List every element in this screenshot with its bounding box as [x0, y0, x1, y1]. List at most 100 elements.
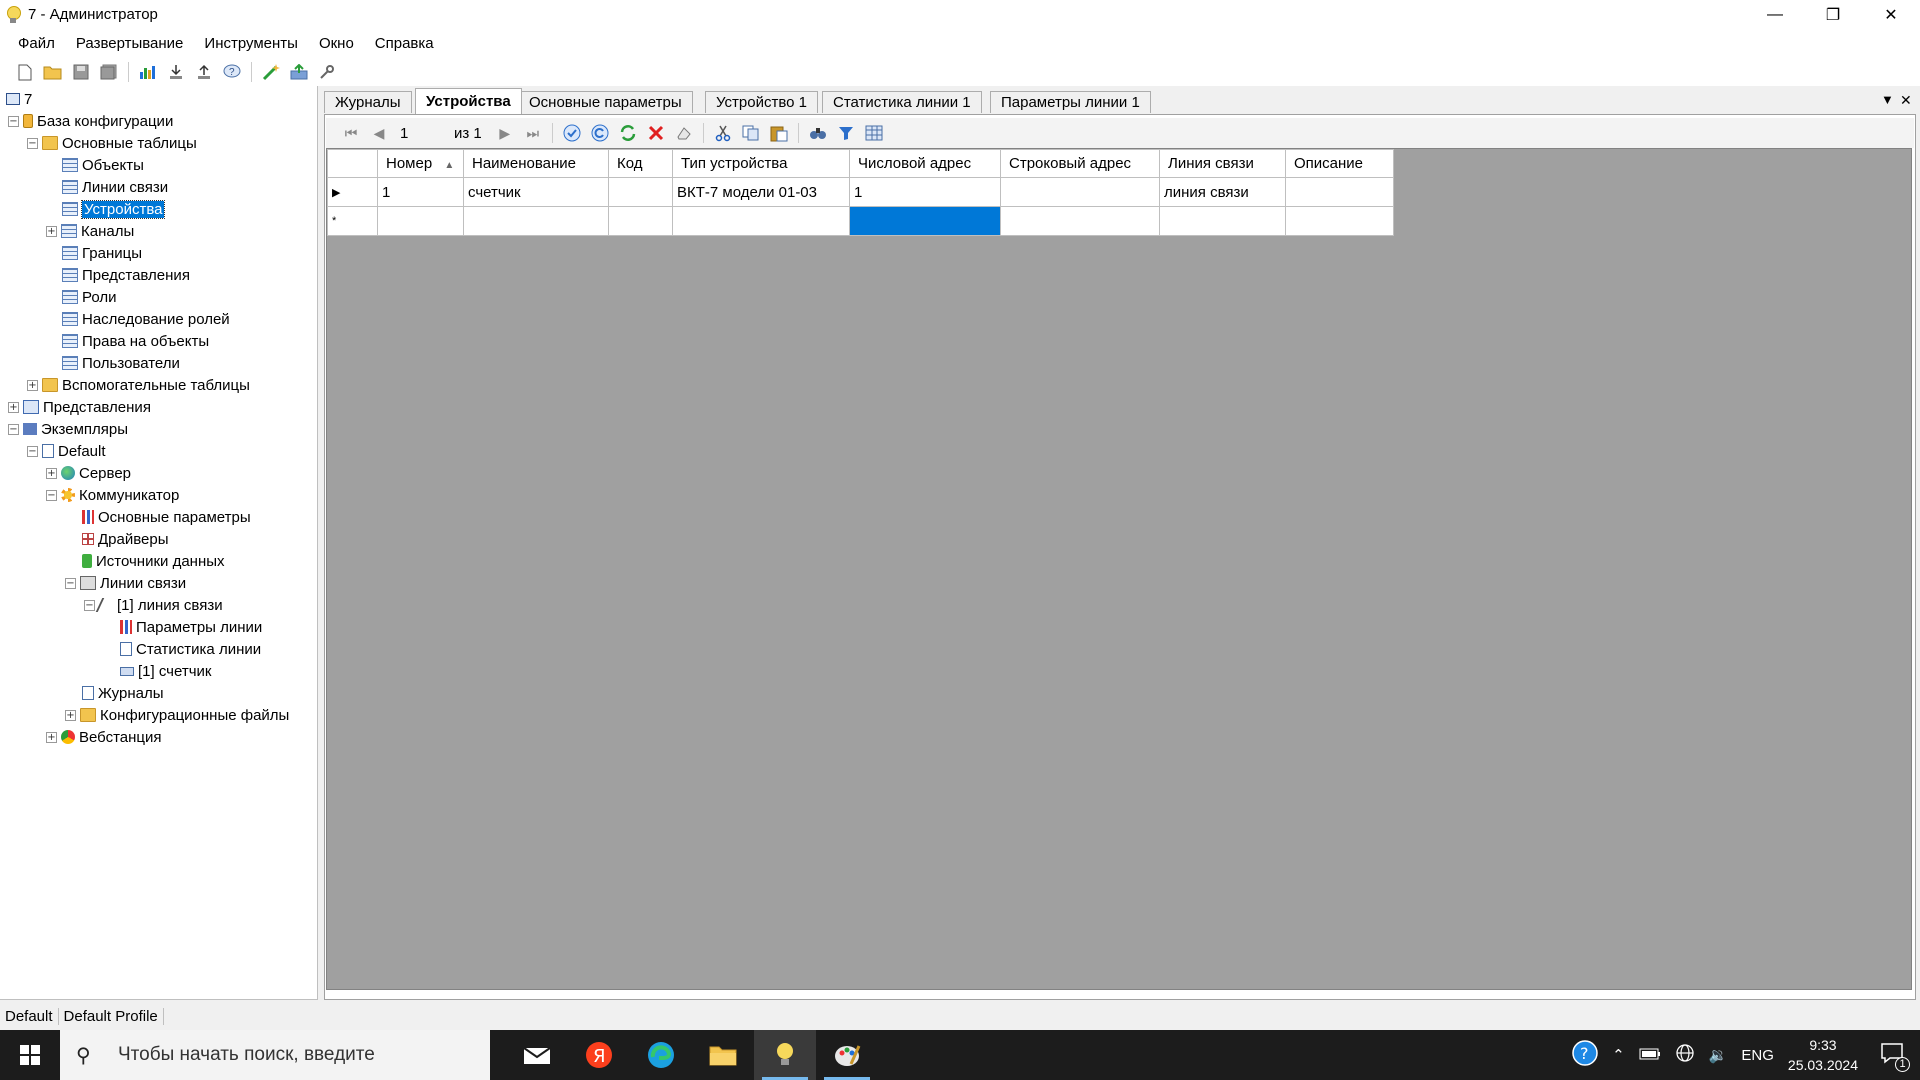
current-row-marker[interactable]: ▶	[327, 177, 378, 207]
volume-icon[interactable]: 🔉	[1709, 1046, 1728, 1064]
language-indicator[interactable]: ENG	[1741, 1047, 1774, 1064]
yandex-browser-icon[interactable]: Я	[568, 1030, 630, 1080]
column-header-numeric-address[interactable]: Числовой адрес	[849, 149, 1001, 178]
cut-icon[interactable]	[712, 122, 734, 144]
tree-node-main-params[interactable]: Основные параметры	[82, 506, 251, 528]
network-globe-icon[interactable]	[1675, 1043, 1695, 1067]
clock[interactable]: 9:33 25.03.2024	[1788, 1035, 1858, 1075]
apply-changes-icon[interactable]	[561, 122, 583, 144]
tab-close-icon[interactable]: ✕	[1900, 92, 1912, 109]
tree-node-channels[interactable]: + Каналы	[46, 220, 134, 242]
menu-tools[interactable]: Инструменты	[195, 35, 310, 52]
refresh-icon[interactable]	[617, 122, 639, 144]
cell-numeric-address[interactable]: 1	[849, 177, 1001, 207]
record-position-input[interactable]	[396, 123, 448, 143]
tree-node-data-sources[interactable]: Источники данных	[82, 550, 225, 572]
chevron-up-icon[interactable]: ⌃	[1612, 1046, 1625, 1064]
column-header-device-type[interactable]: Тип устройства	[672, 149, 850, 178]
column-header-comm-line[interactable]: Линия связи	[1159, 149, 1286, 178]
table-row[interactable]: ▶ 1 счетчик ВКТ-7 модели 01-03 1 линия с…	[327, 177, 1394, 207]
save-icon[interactable]	[70, 62, 92, 82]
restore-button[interactable]: ❐	[1804, 0, 1862, 29]
tab-line-params-1[interactable]: Параметры линии 1	[990, 91, 1151, 113]
new-row[interactable]: *	[327, 206, 1394, 236]
find-icon[interactable]	[807, 122, 829, 144]
tree-node-drivers[interactable]: Драйверы	[82, 528, 169, 550]
tree-node-aux-tables[interactable]: + Вспомогательные таблицы	[27, 374, 250, 396]
cell-comm-line[interactable]	[1159, 206, 1286, 236]
windows-start-icon[interactable]	[0, 1030, 60, 1080]
tab-line-stats-1[interactable]: Статистика линии 1	[822, 91, 982, 113]
cell-string-address[interactable]	[1000, 177, 1160, 207]
import-icon[interactable]	[165, 62, 187, 82]
help-icon[interactable]: ?	[221, 62, 243, 82]
tree-node-objects[interactable]: Объекты	[62, 154, 144, 176]
file-explorer-icon[interactable]	[692, 1030, 754, 1080]
tree-node-default[interactable]: − Default	[27, 440, 106, 462]
clear-icon[interactable]	[673, 122, 695, 144]
delete-icon[interactable]	[645, 122, 667, 144]
cell-number[interactable]	[377, 206, 464, 236]
scada-admin-app-icon[interactable]	[754, 1030, 816, 1080]
cell-code[interactable]	[608, 177, 673, 207]
cell-description[interactable]	[1285, 206, 1394, 236]
tree-node-instances[interactable]: − Экземпляры	[8, 418, 128, 440]
tree-node-communicator[interactable]: − Коммуникатор	[46, 484, 179, 506]
tree-node-comm-lines-table[interactable]: Линии связи	[62, 176, 168, 198]
minimize-button[interactable]: —	[1746, 0, 1804, 29]
tree-node-config-files[interactable]: + Конфигурационные файлы	[65, 704, 289, 726]
tree-node-main-tables[interactable]: − Основные таблицы	[27, 132, 197, 154]
edge-browser-icon[interactable]	[630, 1030, 692, 1080]
cell-code[interactable]	[608, 206, 673, 236]
export-icon[interactable]	[193, 62, 215, 82]
cell-name[interactable]: счетчик	[463, 177, 609, 207]
tree-node-comm-line-1[interactable]: − [1] линия связи	[84, 594, 223, 616]
save-all-icon[interactable]	[98, 62, 120, 82]
tree-node-roles[interactable]: Роли	[62, 286, 117, 308]
column-header-string-address[interactable]: Строковый адрес	[1000, 149, 1160, 178]
cell-comm-line[interactable]: линия связи	[1159, 177, 1286, 207]
chart-icon[interactable]	[137, 62, 159, 82]
tree-node-line-stats[interactable]: Статистика линии	[120, 638, 261, 660]
tree-node-logs[interactable]: Журналы	[82, 682, 164, 704]
tree-root[interactable]: 7	[6, 88, 32, 110]
table-settings-icon[interactable]	[863, 122, 885, 144]
tree-node-role-inheritance[interactable]: Наследование ролей	[62, 308, 230, 330]
last-record-icon[interactable]: ⏭	[522, 122, 544, 144]
menu-help[interactable]: Справка	[366, 35, 446, 52]
cell-device-type[interactable]	[672, 206, 850, 236]
tab-main-params[interactable]: Основные параметры	[518, 91, 693, 113]
tree-node-comm-lines[interactable]: − Линии связи	[65, 572, 186, 594]
cell-device-type[interactable]: ВКТ-7 модели 01-03	[672, 177, 850, 207]
tree-node-webstation[interactable]: + Вебстанция	[46, 726, 162, 748]
notifications-icon[interactable]: 1	[1880, 1042, 1910, 1072]
tree-node-views-table[interactable]: Представления	[62, 264, 190, 286]
prev-record-icon[interactable]: ◀	[368, 122, 390, 144]
open-folder-icon[interactable]	[42, 62, 64, 82]
menu-file[interactable]: Файл	[9, 35, 67, 52]
tab-logs[interactable]: Журналы	[324, 91, 412, 113]
cell-string-address[interactable]	[1000, 206, 1160, 236]
menu-deploy[interactable]: Развертывание	[67, 35, 196, 52]
tree-node-limits[interactable]: Границы	[62, 242, 142, 264]
taskbar-search[interactable]: ⚲ Чтобы начать поиск, введите	[60, 1030, 490, 1080]
cell-name[interactable]	[463, 206, 609, 236]
wizard-icon[interactable]	[260, 62, 282, 82]
next-record-icon[interactable]: ▶	[494, 122, 516, 144]
battery-icon[interactable]	[1639, 1047, 1661, 1064]
tree-node-device-1[interactable]: [1] счетчик	[120, 660, 211, 682]
tree-node-line-params[interactable]: Параметры линии	[120, 616, 262, 638]
cell-number[interactable]: 1	[377, 177, 464, 207]
copy-icon[interactable]	[740, 122, 762, 144]
tab-devices[interactable]: Устройства	[415, 88, 522, 114]
cell-description[interactable]	[1285, 177, 1394, 207]
new-file-icon[interactable]	[14, 62, 36, 82]
tree-node-views[interactable]: + Представления	[8, 396, 151, 418]
column-header-name[interactable]: Наименование	[463, 149, 609, 178]
cancel-changes-icon[interactable]	[589, 122, 611, 144]
help-tray-icon[interactable]: ?	[1572, 1040, 1598, 1070]
tree-node-users[interactable]: Пользователи	[62, 352, 180, 374]
upload-icon[interactable]	[288, 62, 310, 82]
close-window-button[interactable]: ✕	[1862, 0, 1920, 29]
first-record-icon[interactable]: ⏮	[340, 122, 362, 144]
